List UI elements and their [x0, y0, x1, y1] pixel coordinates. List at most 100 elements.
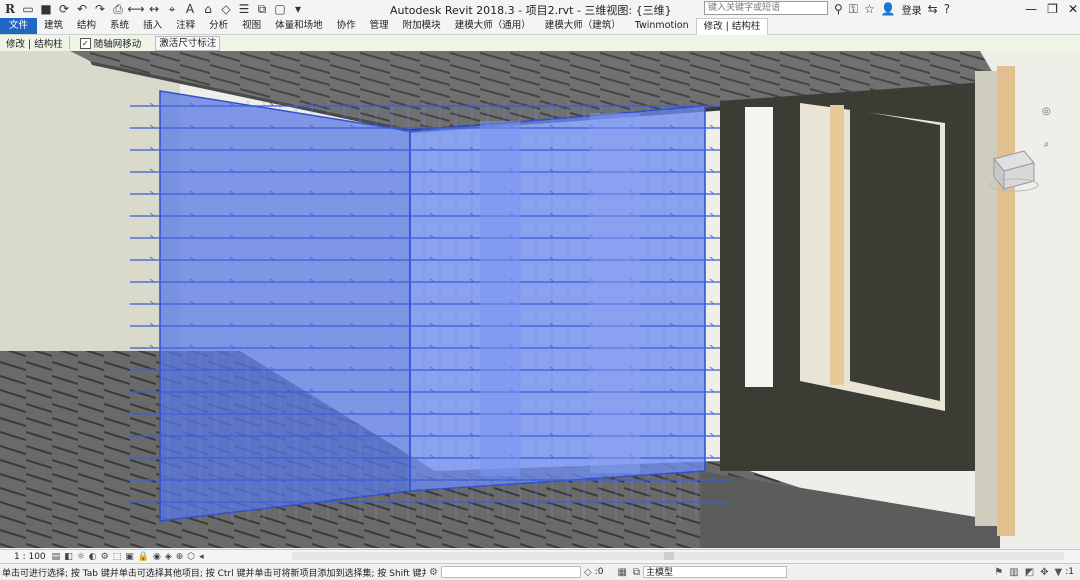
tag-icon[interactable]: ⌖	[164, 1, 180, 17]
view-scale[interactable]: 1 : 100	[0, 552, 50, 562]
subscription-icon[interactable]: ⚿	[849, 2, 858, 17]
wall-opening-1	[745, 107, 773, 387]
tab-addins[interactable]: 附加模块	[396, 18, 448, 34]
login-link[interactable]: 登录	[902, 2, 922, 17]
steering-wheel-icon[interactable]: ◎	[1042, 106, 1051, 117]
tab-insert[interactable]: 插入	[136, 18, 169, 34]
user-icon[interactable]: 👤	[881, 2, 896, 16]
editable-icon[interactable]: ◇	[584, 567, 592, 578]
help-icon[interactable]: ?	[944, 2, 950, 16]
angle-readout: :0	[594, 567, 604, 577]
switch-window-icon[interactable]: ▢	[272, 1, 288, 17]
options-bar: 修改 | 结构柱 ✓ 随轴网移动 激活尺寸标注	[0, 35, 1080, 51]
view-control-bar: 1 : 100 ▤ ◧ ☼ ◐ ⚙ ⬚ ▣ 🔒 ◉ ◈ ⊕ ⬡ ◂	[0, 549, 1080, 563]
navigation-bar: ◎ ⌕	[1042, 106, 1051, 150]
tab-massing-site[interactable]: 体量和场地	[268, 18, 330, 34]
model-canvas[interactable]	[0, 51, 1080, 548]
restore-icon[interactable]: ❐	[1047, 2, 1058, 16]
window-controls: — ❐ ✕	[1025, 0, 1078, 18]
print-icon[interactable]: ⎙	[110, 1, 126, 17]
sync-icon[interactable]: ⟳	[56, 1, 72, 17]
select-pinned-icon[interactable]: ⚑	[994, 567, 1003, 578]
analytical-model-icon[interactable]: ⊕	[176, 552, 184, 562]
tab-systems[interactable]: 系统	[103, 18, 136, 34]
tab-manage[interactable]: 管理	[363, 18, 396, 34]
measure-icon[interactable]: ⟷	[127, 1, 144, 17]
tab-annotate[interactable]: 注释	[169, 18, 202, 34]
select-by-face-icon[interactable]: ◩	[1025, 567, 1034, 578]
binoculars-icon[interactable]: ⚲	[834, 2, 843, 16]
search-input[interactable]: 键入关键字或短语	[704, 1, 828, 15]
sun-path-icon[interactable]: ☼	[77, 552, 85, 562]
highlight-displacement-icon[interactable]: ⬡	[187, 552, 195, 562]
tab-twinmotion[interactable]: Twinmotion	[628, 18, 696, 34]
tab-view[interactable]: 视图	[235, 18, 268, 34]
select-underlay-icon[interactable]: ▥	[1009, 567, 1018, 578]
reveal-hidden-icon[interactable]: ◈	[165, 552, 172, 562]
floor-slab-right	[700, 471, 1000, 548]
scrollbar-thumb[interactable]	[664, 552, 674, 560]
star-icon[interactable]: ☆	[864, 2, 875, 16]
wall-timber-edge	[997, 66, 1015, 536]
horizontal-scrollbar[interactable]	[292, 552, 1064, 560]
tab-modify-structural-column[interactable]: 修改 | 结构柱	[695, 17, 769, 35]
open-icon[interactable]: ▭	[20, 1, 36, 17]
show-crop-icon[interactable]: ▣	[125, 552, 134, 562]
tab-collaborate[interactable]: 协作	[330, 18, 363, 34]
timber-frame	[830, 105, 844, 385]
save-icon[interactable]: ■	[38, 1, 54, 17]
lock-view-icon[interactable]: 🔒	[138, 552, 149, 562]
workset-dropdown[interactable]	[440, 566, 581, 578]
tab-modeling-master-architecture[interactable]: 建模大师（建筑）	[538, 18, 628, 34]
model-dropdown[interactable]: 主模型	[643, 566, 788, 578]
text-icon[interactable]: A	[182, 1, 198, 17]
exchange-icon[interactable]: ⇆	[928, 2, 938, 16]
filter-icon[interactable]: ▼	[1055, 567, 1063, 578]
inner-column	[480, 121, 520, 476]
thin-lines-icon[interactable]: ☰	[236, 1, 252, 17]
drag-elements-icon[interactable]: ✥	[1040, 567, 1048, 578]
quick-access-toolbar: R ▭ ■ ⟳ ↶ ↷ ⎙ ⟷ ↔ ⌖ A ⌂ ◇ ☰ ⧉ ▢ ▾	[0, 0, 306, 18]
design-options-icon[interactable]: ▦	[617, 567, 626, 578]
tab-modeling-master-general[interactable]: 建模大师（通用）	[448, 18, 538, 34]
status-message: 单击可进行选择; 按 Tab 键并单击可选择其他项目; 按 Ctrl 键并单击可…	[2, 568, 426, 579]
undo-icon[interactable]: ↶	[74, 1, 90, 17]
filter-count: :1	[1065, 567, 1074, 577]
visual-style-icon[interactable]: ◧	[64, 552, 73, 562]
dropdown-icon[interactable]: ▾	[290, 1, 306, 17]
revit-logo[interactable]: R	[2, 1, 18, 17]
3d-viewport[interactable]: ◎ ⌕	[0, 51, 1080, 548]
context-label: 修改 | 结构柱	[0, 36, 70, 50]
3d-view-icon[interactable]: ⌂	[200, 1, 216, 17]
render-icon[interactable]: ⚙	[101, 552, 109, 562]
wall-pier	[850, 109, 940, 401]
select-links-icon[interactable]: ⧉	[633, 567, 640, 578]
activate-dimensions-button[interactable]: 激活尺寸标注	[155, 35, 221, 51]
worksets-icon[interactable]: ⚙	[429, 567, 438, 578]
move-with-grids-checkbox[interactable]: ✓ 随轴网移动	[79, 36, 142, 50]
dimension-icon[interactable]: ↔	[146, 1, 162, 17]
tab-architecture[interactable]: 建筑	[37, 18, 70, 34]
title-bar: R ▭ ■ ⟳ ↶ ↷ ⎙ ⟷ ↔ ⌖ A ⌂ ◇ ☰ ⧉ ▢ ▾ Autode…	[0, 0, 1080, 18]
redo-icon[interactable]: ↷	[92, 1, 108, 17]
minimize-icon[interactable]: —	[1025, 2, 1037, 16]
title-right-tools: ⚲ ⚿ ☆ 👤 登录 ⇆ ?	[834, 0, 950, 18]
section-icon[interactable]: ◇	[218, 1, 234, 17]
shadows-icon[interactable]: ◐	[89, 552, 97, 562]
tab-structure[interactable]: 结构	[70, 18, 103, 34]
tab-file[interactable]: 文件	[0, 18, 38, 34]
window-title: Autodesk Revit 2018.3 - 项目2.rvt - 三维视图: …	[390, 4, 672, 17]
tab-analyze[interactable]: 分析	[202, 18, 235, 34]
hide-isolate-icon[interactable]: ◉	[153, 552, 161, 562]
close-icon[interactable]: ✕	[1068, 2, 1078, 16]
status-bar: 单击可进行选择; 按 Tab 键并单击可选择其他项目; 按 Ctrl 键并单击可…	[0, 563, 1080, 580]
checkbox-checked-icon[interactable]: ✓	[79, 37, 91, 49]
detail-level-icon[interactable]: ▤	[52, 552, 61, 562]
viewcube[interactable]	[984, 139, 1040, 195]
crop-view-icon[interactable]: ⬚	[113, 552, 122, 562]
scroll-left-icon[interactable]: ◂	[199, 552, 204, 562]
checkbox-label: 随轴网移动	[93, 39, 142, 50]
close-views-icon[interactable]: ⧉	[254, 1, 270, 17]
zoom-icon[interactable]: ⌕	[1044, 139, 1050, 150]
inner-column-2	[590, 113, 640, 473]
